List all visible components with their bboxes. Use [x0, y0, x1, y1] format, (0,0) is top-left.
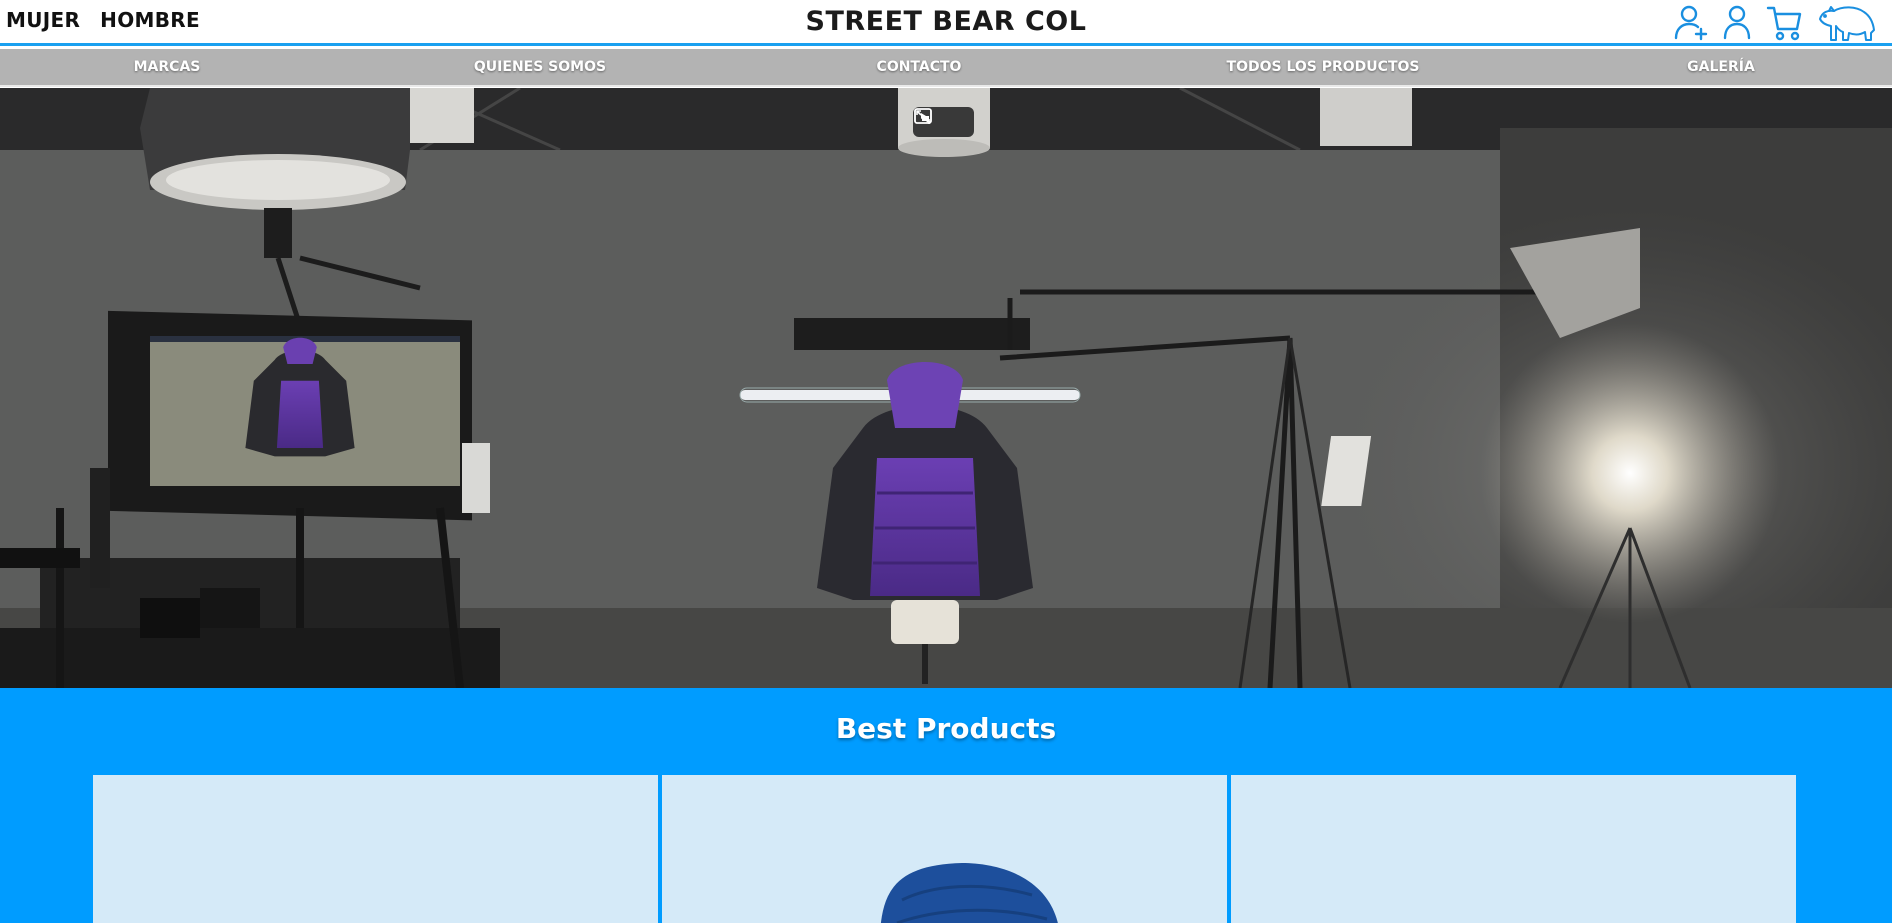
polar-bear-logo[interactable]: [1816, 2, 1878, 42]
nav-item-quienes-somos[interactable]: QUIENES SOMOS: [474, 59, 606, 75]
product-card[interactable]: [1231, 775, 1796, 923]
product-image-blue-jacket: [880, 863, 1058, 923]
add-user-icon[interactable]: [1674, 3, 1708, 41]
brand-title: STREET BEAR COL: [805, 6, 1087, 37]
video-controls: [913, 107, 974, 137]
nav-item-contacto[interactable]: CONTACTO: [877, 59, 962, 75]
main-nav: MARCAS QUIENES SOMOS CONTACTO TODOS LOS …: [0, 49, 1892, 87]
gender-nav: MUJER HOMBRE: [6, 8, 200, 32]
best-products-section: Best Products: [0, 688, 1892, 923]
studio-scene-illustration: [0, 88, 1892, 688]
nav-item-marcas[interactable]: MARCAS: [134, 59, 201, 75]
user-icon[interactable]: [1722, 3, 1752, 41]
nav-link-mujer[interactable]: MUJER: [6, 8, 80, 32]
nav-link-hombre[interactable]: HOMBRE: [100, 8, 200, 32]
product-card[interactable]: [662, 775, 1227, 923]
cart-icon[interactable]: [1766, 3, 1802, 41]
section-title: Best Products: [835, 712, 1057, 745]
hero-video[interactable]: [0, 88, 1892, 688]
product-card[interactable]: [93, 775, 658, 923]
nav-item-galeria[interactable]: GALERÍA: [1687, 59, 1755, 75]
header-actions: [1674, 1, 1878, 43]
nav-item-todos-los-productos[interactable]: TODOS LOS PRODUCTOS: [1227, 59, 1420, 75]
site-header: MUJER HOMBRE STREET BEAR COL: [0, 0, 1892, 46]
